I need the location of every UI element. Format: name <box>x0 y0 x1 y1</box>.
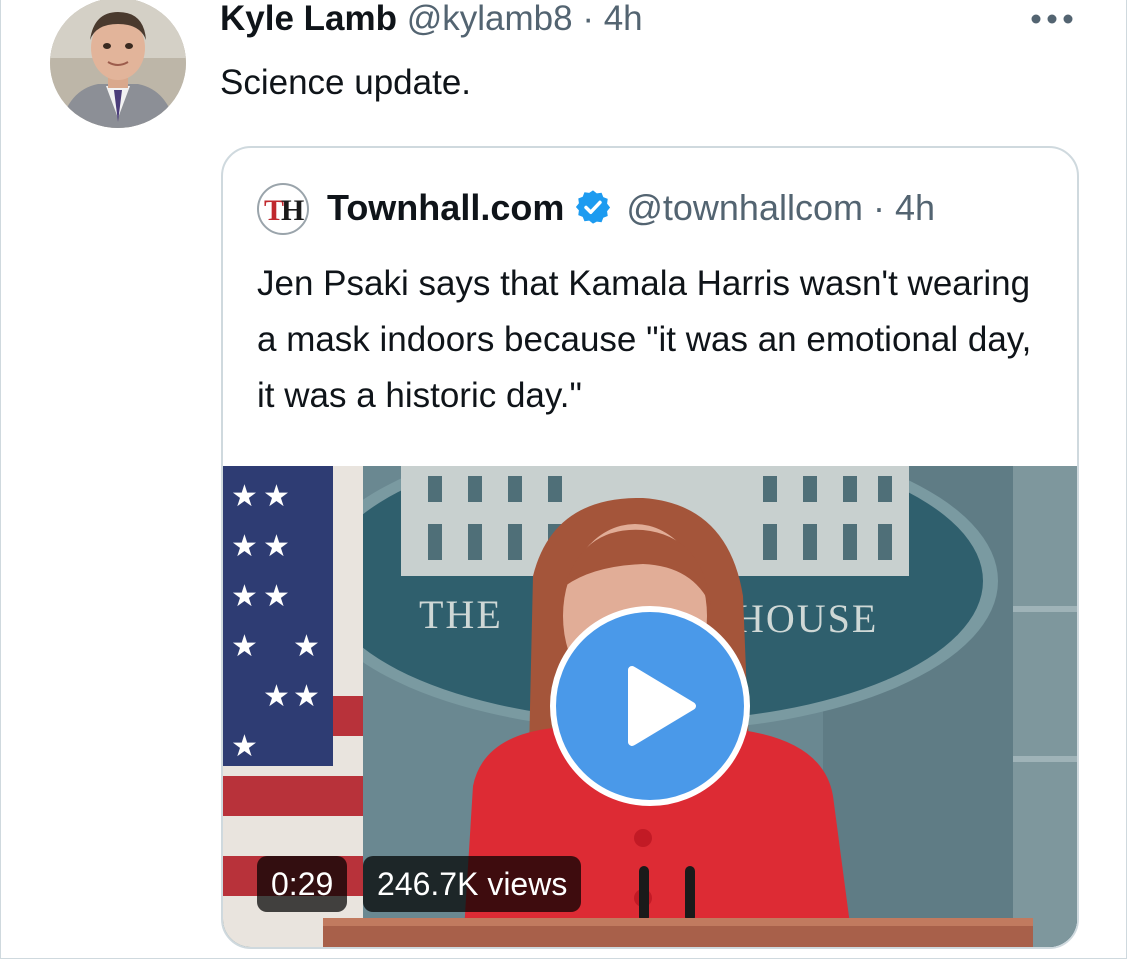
quoted-tweet-card[interactable]: T H Townhall.com @townhallcom · 4h Jen Ps… <box>221 146 1079 949</box>
quoted-tweet-timestamp[interactable]: 4h <box>895 187 935 228</box>
svg-text:★: ★ <box>231 729 258 764</box>
svg-text:★: ★ <box>263 479 290 514</box>
tweet-text: Science update. <box>220 63 472 102</box>
svg-text:★: ★ <box>231 479 258 514</box>
logo-letter-h: H <box>281 194 304 227</box>
video-player[interactable]: THE HOUSE ★ ★ ★ ★ ★ ★ ★ ★ ★ ★ ★ 0:29 246… <box>223 466 1077 947</box>
quoted-tweet-text: Jen Psaki says that Kamala Harris wasn't… <box>257 264 1032 415</box>
play-icon <box>628 666 696 746</box>
svg-text:★: ★ <box>263 529 290 564</box>
author-avatar[interactable] <box>50 0 186 128</box>
video-view-count: 246.7K views <box>363 856 582 912</box>
svg-text:★: ★ <box>263 579 290 614</box>
header-separator: · <box>582 0 594 38</box>
quoted-author-name[interactable]: Townhall.com <box>327 187 564 228</box>
quoted-author-handle[interactable]: @townhallcom <box>626 187 863 228</box>
author-handle[interactable]: @kylamb8 <box>407 0 573 38</box>
svg-text:★: ★ <box>263 679 290 714</box>
svg-text:★: ★ <box>293 629 320 664</box>
svg-text:★: ★ <box>293 679 320 714</box>
tweet-timestamp[interactable]: 4h <box>604 0 643 38</box>
svg-text:★: ★ <box>231 629 258 664</box>
backdrop-text-left: THE <box>419 592 503 637</box>
author-name[interactable]: Kyle Lamb <box>220 0 397 38</box>
backdrop-text-right: HOUSE <box>735 596 878 641</box>
svg-text:★: ★ <box>231 579 258 614</box>
play-button[interactable] <box>550 606 750 806</box>
verified-badge-icon <box>574 188 612 226</box>
svg-text:★: ★ <box>231 529 258 564</box>
tweet-header: Kyle Lamb @kylamb8 · 4h <box>220 0 643 42</box>
quoted-header-separator: · <box>873 187 885 228</box>
townhall-logo[interactable]: T H <box>257 183 309 235</box>
more-horizontal-icon[interactable] <box>1030 12 1074 24</box>
video-duration: 0:29 <box>257 856 348 912</box>
quoted-tweet-header: Townhall.com @townhallcom · 4h <box>327 186 935 230</box>
